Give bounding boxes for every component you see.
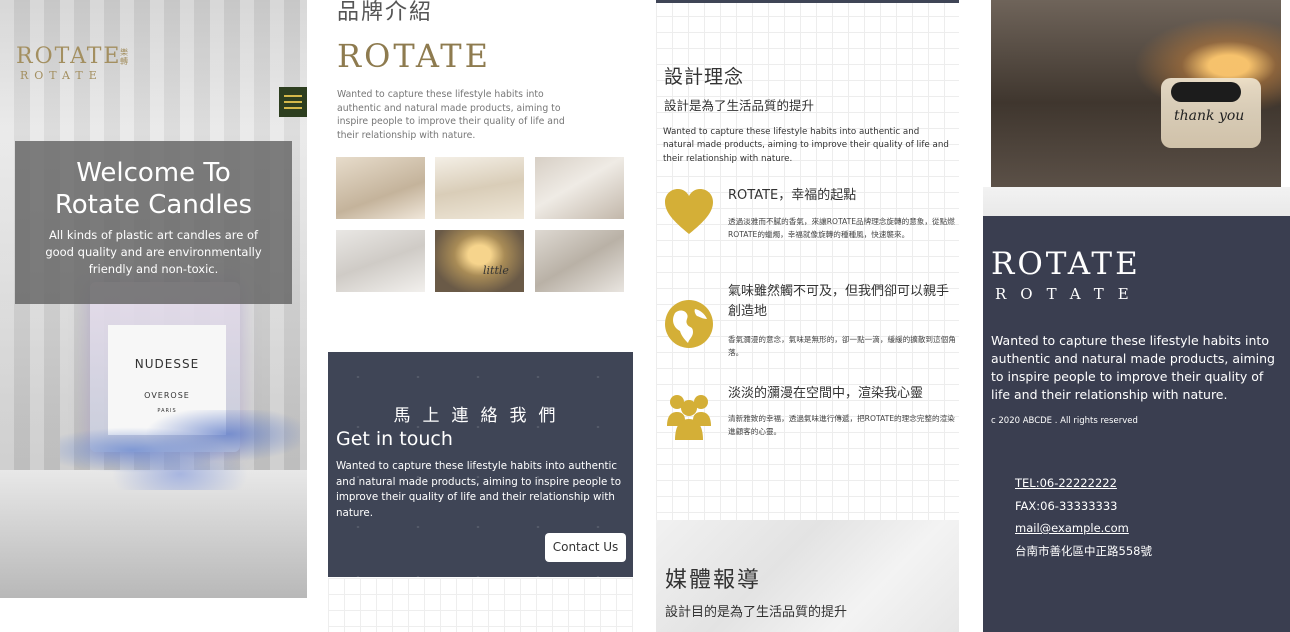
address-text: 台南市善化區中正路558號: [1015, 543, 1152, 558]
gallery-image[interactable]: little: [435, 230, 524, 292]
hero-title: Welcome To Rotate Candles: [15, 157, 292, 221]
copyright-text: c 2020 ABCDE . All rights reserved: [991, 416, 1138, 426]
design-panel: 設計理念 設計是為了生活品質的提升 Wanted to capture thes…: [656, 0, 959, 632]
media-subheading: 設計目的是為了生活品質的提升: [665, 605, 848, 620]
feature-title: ROTATE，幸福的起點: [728, 188, 857, 203]
hero-title-line1: Welcome To: [76, 158, 231, 188]
gallery-image[interactable]: [336, 157, 425, 219]
brand-logo: ROTATE: [337, 37, 491, 75]
brand-description: Wanted to capture these lifestyle habits…: [337, 89, 565, 141]
design-description: Wanted to capture these lifestyle habits…: [663, 127, 949, 164]
product-scent: OVEROSE: [144, 391, 190, 400]
feature-title: 氣味雖然觸不可及，但我們卻可以親手創造地: [728, 284, 950, 319]
brand-panel: 品牌介紹 ROTATE Wanted to capture these life…: [328, 0, 633, 632]
ribbon-bow: [1171, 82, 1241, 102]
contact-section: 馬上連絡我們 Get in touch Wanted to capture th…: [328, 352, 633, 577]
hero-logo[interactable]: ROTATE ROTATE 樂轉: [16, 44, 128, 82]
contact-info: TEL:06-22222222 FAX:06-33333333 mail@exa…: [1015, 472, 1152, 562]
product-name: NUDESSE: [134, 357, 200, 371]
tel-link[interactable]: TEL:06-22222222: [1015, 476, 1117, 490]
media-section: 媒體報導 設計目的是為了生活品質的提升: [656, 520, 959, 632]
footer-description: Wanted to capture these lifestyle habits…: [991, 333, 1275, 402]
heart-icon: [663, 188, 715, 238]
hero-banner: Welcome To Rotate Candles All kinds of p…: [15, 141, 292, 304]
gallery-image[interactable]: [535, 230, 624, 292]
contact-heading-zh: 馬上連絡我們: [393, 406, 568, 426]
feature-text: 透過淡雅而不膩的香氣，來讓ROTATE品牌理念旋轉的意象，從點燃ROTATE的蠟…: [728, 217, 955, 239]
grid-background: [328, 578, 633, 632]
contact-us-button[interactable]: Contact Us: [545, 533, 626, 562]
hero-description: All kinds of plastic art candles are of …: [45, 228, 262, 276]
feature-text: 清新雅致的幸福，透過氣味進行傳遞，把ROTATE的理念完整的渲染進顧客的心靈。: [728, 414, 955, 436]
contact-description: Wanted to capture these lifestyle habits…: [336, 460, 622, 519]
gallery-candle-text: little: [483, 264, 509, 277]
contact-heading-en: Get in touch: [336, 428, 453, 450]
photo-gallery: little: [336, 157, 626, 293]
fax-text: FAX:06-33333333: [1015, 498, 1118, 513]
hero-title-line2: Rotate Candles: [54, 190, 253, 220]
hero-logo-main: ROTATE: [16, 44, 122, 69]
gallery-image[interactable]: [336, 230, 425, 292]
hamburger-menu-icon[interactable]: [279, 87, 307, 117]
feature-text: 香氣瀰漫的意念，氣味是無形的，卻一點一滴，緩緩的擴散到這個角落。: [728, 335, 956, 357]
people-icon: [663, 392, 715, 442]
flowers-image: [60, 410, 300, 490]
globe-icon: [663, 299, 715, 349]
hero-panel: ROTATE ROTATE 樂轉 NUDESSE OVEROSE PARIS W…: [0, 0, 307, 598]
footer-panel: thank you ROTATE ROTATE Wanted to captur…: [983, 0, 1290, 632]
gallery-image[interactable]: [435, 157, 524, 219]
thank-you-text: thank you: [1174, 108, 1245, 124]
site-footer: ROTATE ROTATE Wanted to capture these li…: [983, 216, 1290, 632]
hero-logo-cn: 樂轉: [120, 48, 128, 66]
feature-title: 淡淡的瀰漫在空間中，渲染我心靈: [728, 386, 924, 401]
footer-logo-sub: ROTATE: [995, 285, 1143, 303]
design-heading: 設計理念: [664, 66, 745, 88]
media-heading: 媒體報導: [665, 568, 762, 593]
gallery-image[interactable]: [535, 157, 624, 219]
candle-photo: thank you: [991, 0, 1281, 187]
hero-logo-sub: ROTATE: [20, 69, 103, 82]
email-link[interactable]: mail@example.com: [1015, 521, 1129, 535]
brand-heading: 品牌介紹: [337, 0, 434, 25]
footer-logo: ROTATE: [991, 246, 1141, 282]
design-subheading: 設計是為了生活品質的提升: [664, 98, 815, 113]
top-divider: [656, 0, 959, 3]
section-gap: [983, 187, 1290, 216]
